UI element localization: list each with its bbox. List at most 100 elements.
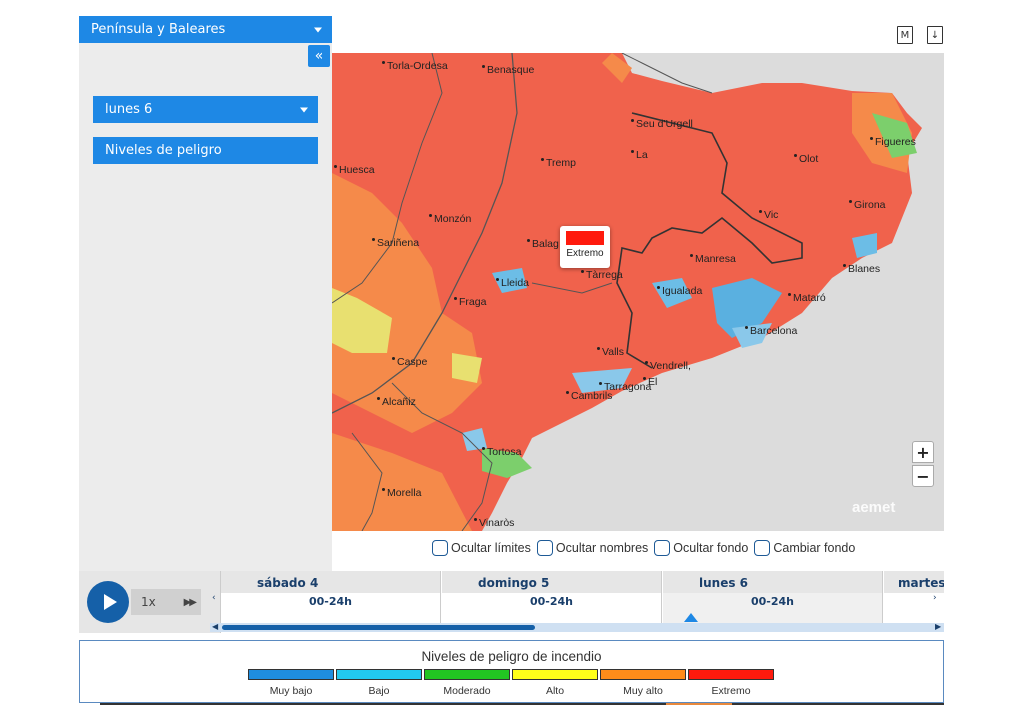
day-time: 00-24h [529,595,573,608]
legend-item: Muy bajo [248,669,334,697]
danger-levels-button[interactable]: Niveles de peligro [93,137,318,164]
chevron-right-icon[interactable]: › [933,593,937,603]
legend-label: Extremo [711,685,751,697]
day-header [663,571,882,593]
day-time: 00-24h [750,595,794,608]
region-select-label: Península y Baleares [91,22,226,37]
city-label: Alcañiz [377,396,416,408]
city-label: Girona [849,199,886,211]
scroll-right-icon[interactable]: ▶ [935,622,941,631]
popup-label: Extremo [566,248,604,259]
city-label: Valls [597,346,624,358]
legend-label: Muy alto [623,685,663,697]
chevron-down-icon [300,107,308,112]
city-label: Igualada [656,285,703,297]
city-label: La [631,149,648,161]
legend-item: Bajo [336,669,422,697]
fire-danger-map[interactable]: Torla-Ordesa Benasque Seu d'Urgell La Tr… [332,53,944,531]
legend-swatch [248,669,334,680]
legend-swatch [512,669,598,680]
collapse-panel-button[interactable]: « [308,45,330,67]
city-label: Figueres [870,136,916,148]
legend-label: Bajo [368,685,390,697]
city-label: Sariñena [371,237,420,249]
chevron-left-icon[interactable]: ‹ [212,593,216,603]
legend-title: Niveles de peligro de incendio [421,649,602,664]
map-options: Ocultar límites Ocultar nombres Ocultar … [432,540,855,556]
legend-item: Moderado [424,669,510,697]
speed-label: 1x [141,595,156,609]
city-label: Cambrils [565,390,613,402]
option-label: Ocultar nombres [555,541,649,555]
speed-control[interactable]: 1x ▶▶ [131,589,201,615]
city-label: Vic [758,209,779,221]
zoom-in-button[interactable]: + [912,441,934,463]
city-label: Tortosa [481,446,522,458]
legend-swatch [600,669,686,680]
day-select[interactable]: lunes 6 [93,96,318,123]
checkbox[interactable] [432,540,448,556]
city-label: Lleida [495,277,530,289]
map-icon[interactable]: M [897,26,913,44]
checkbox[interactable] [536,540,553,556]
region-select[interactable]: Península y Baleares [79,16,332,43]
play-button[interactable] [87,581,129,623]
legend-item: Alto [512,669,598,697]
legend-item: Extremo [688,669,774,697]
day-name: sábado 4 [257,576,319,590]
option-label: Cambiar fondo [773,541,856,555]
scrollbar-thumb[interactable] [222,625,535,630]
legend-label: Moderado [443,685,491,697]
aemet-logo: aemet [852,499,896,516]
scroll-left-icon[interactable]: ◀ [212,622,218,631]
legend-label: Alto [545,685,565,697]
legend-swatch [424,669,510,680]
danger-levels-label: Niveles de peligro [105,143,222,158]
day-name: martes 7 [898,576,944,590]
city-label: Tàrrega [581,269,623,281]
zoom-out-button[interactable]: − [912,465,934,487]
chevron-down-icon [314,27,322,32]
day-item[interactable]: sábado 4 00-24h [221,571,441,623]
selected-day-marker [684,613,698,622]
day-header [442,571,661,593]
city-label: Seu d'Urgell [631,118,693,130]
popup-color-swatch [566,231,604,245]
fast-forward-icon[interactable]: ▶▶ [184,597,197,608]
city-label: Torla-Ordesa [382,60,448,72]
option-label: Ocultar fondo [673,541,749,555]
city-label: Vendrell, [645,360,691,372]
city-label: Huesca [334,164,375,176]
checkbox[interactable] [654,540,671,556]
city-label: Morella [381,487,422,499]
bottom-accent [666,703,732,705]
city-label: Monzón [428,213,472,225]
city-label: Tremp [541,157,576,169]
day-select-label: lunes 6 [105,102,153,117]
city-label: Barcelona [744,325,798,337]
legend: Niveles de peligro de incendio Muy bajo … [79,640,944,703]
bottom-rule [100,703,944,705]
day-name: lunes 6 [699,576,749,590]
city-label: Mataró [788,292,826,304]
option-hide-borders[interactable]: Ocultar límites [432,540,531,556]
option-label: Ocultar límites [451,541,531,555]
day-item[interactable]: domingo 5 00-24h [442,571,662,623]
play-icon [103,594,117,610]
legend-swatch [688,669,774,680]
city-label: Benasque [481,64,535,76]
city-label: Fraga [453,296,487,308]
checkbox[interactable] [754,540,771,556]
city-label: Blanes [842,263,881,275]
map-popup: Extremo [560,226,610,268]
legend-swatch [336,669,422,680]
city-label: Balag [527,238,559,250]
legend-item: Muy alto [600,669,686,697]
option-change-background[interactable]: Cambiar fondo [754,540,855,556]
day-name: domingo 5 [478,576,550,590]
city-label: Vinaròs [473,517,515,529]
download-icon[interactable]: ↓ [927,26,943,44]
option-hide-names[interactable]: Ocultar nombres [536,540,649,556]
day-time: 00-24h [308,595,352,608]
option-hide-background[interactable]: Ocultar fondo [654,540,748,556]
